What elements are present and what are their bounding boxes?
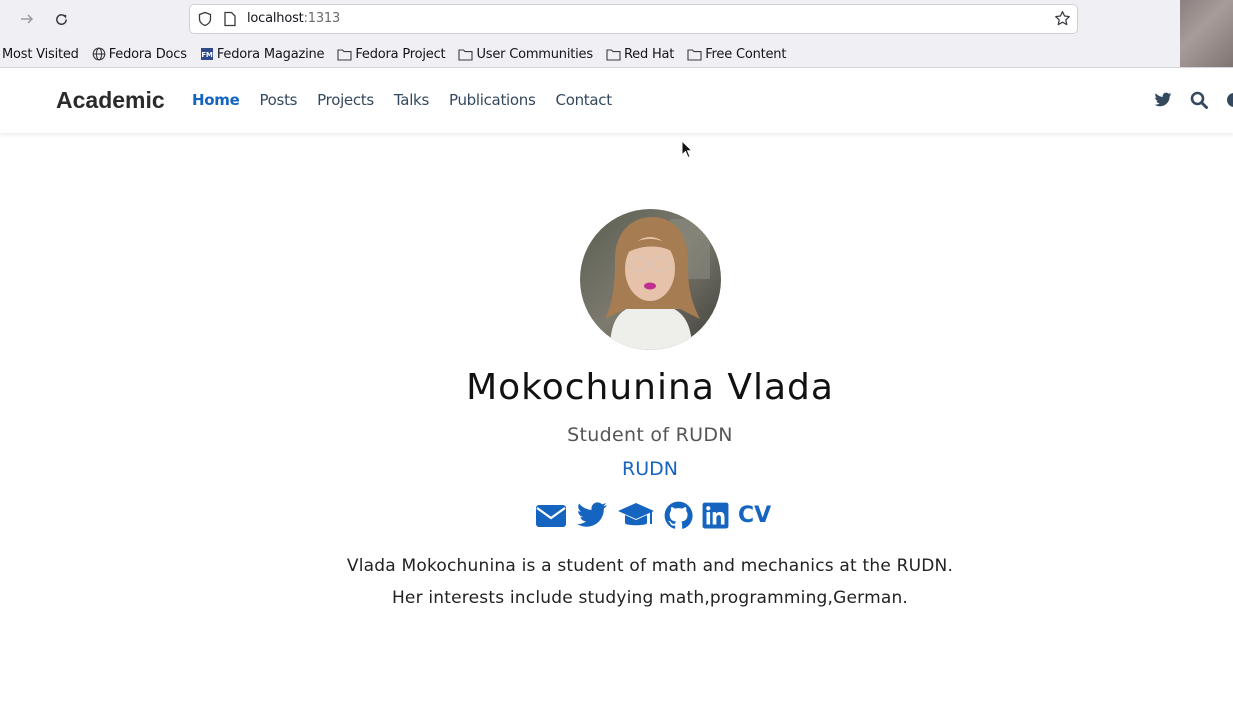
theme-toggle-icon[interactable] bbox=[1226, 92, 1233, 108]
bookmark-label: User Communities bbox=[476, 46, 593, 62]
url-port: :1313 bbox=[303, 11, 341, 26]
url-host: localhost bbox=[247, 11, 304, 26]
url-text[interactable]: localhost:1313 bbox=[247, 11, 340, 26]
bookmark-red-hat[interactable]: Red Hat bbox=[606, 47, 674, 62]
browser-toolbar: localhost:1313 bbox=[0, 0, 1233, 40]
window-thumbnail bbox=[1180, 0, 1233, 71]
twitter-icon[interactable] bbox=[1154, 92, 1172, 108]
bookmark-user-communities[interactable]: User Communities bbox=[458, 47, 593, 62]
bookmark-star-icon[interactable] bbox=[1054, 10, 1071, 32]
profile-name: Mokochunina Vlada bbox=[466, 367, 834, 408]
folder-icon bbox=[606, 48, 621, 61]
social-links: CV bbox=[535, 501, 780, 530]
bookmark-free-content[interactable]: Free Content bbox=[687, 47, 786, 62]
menu-contact[interactable]: Contact bbox=[556, 91, 613, 109]
bookmark-fedora-project[interactable]: Fedora Project bbox=[337, 46, 446, 62]
site-brand[interactable]: Academic bbox=[56, 87, 165, 114]
graduation-cap-icon[interactable] bbox=[617, 502, 655, 530]
shield-icon[interactable] bbox=[197, 11, 213, 32]
avatar bbox=[580, 209, 721, 350]
menu-talks[interactable]: Talks bbox=[394, 91, 429, 109]
main-menu: Home Posts Projects Talks Publications C… bbox=[192, 91, 632, 109]
url-bar[interactable]: localhost:1313 bbox=[189, 4, 1078, 34]
envelope-icon[interactable] bbox=[535, 503, 567, 529]
bookmark-label: Red Hat bbox=[623, 46, 675, 62]
cv-icon[interactable]: CV bbox=[738, 503, 771, 528]
profile-bio: Vlada Mokochunina is a student of math a… bbox=[0, 550, 1233, 614]
bookmark-fedora-magazine[interactable]: FM Fedora Magazine bbox=[200, 47, 325, 62]
bookmark-label: Free Content bbox=[705, 46, 787, 62]
menu-home[interactable]: Home bbox=[192, 91, 240, 109]
search-icon[interactable] bbox=[1190, 91, 1208, 109]
menu-publications[interactable]: Publications bbox=[449, 91, 536, 109]
folder-icon bbox=[458, 48, 473, 61]
folder-icon bbox=[687, 48, 702, 61]
svg-text:FM: FM bbox=[201, 51, 213, 59]
globe-icon bbox=[92, 47, 106, 61]
github-icon[interactable] bbox=[664, 501, 693, 530]
navbar-icons bbox=[1154, 91, 1233, 109]
folder-icon bbox=[337, 48, 352, 61]
menu-posts[interactable]: Posts bbox=[259, 91, 297, 109]
bookmark-most-visited[interactable]: Most Visited bbox=[2, 47, 79, 62]
profile-role: Student of RUDN bbox=[567, 424, 733, 446]
bio-line: Her interests include studying math,prog… bbox=[391, 588, 909, 608]
forward-arrow-icon[interactable] bbox=[16, 8, 38, 30]
bookmark-fedora-docs[interactable]: Fedora Docs bbox=[92, 47, 187, 62]
twitter-icon[interactable] bbox=[576, 502, 608, 529]
fm-icon: FM bbox=[200, 48, 213, 60]
mouse-cursor-icon bbox=[681, 140, 693, 159]
bookmark-label: Fedora Project bbox=[355, 46, 446, 62]
bookmark-label: Most Visited bbox=[2, 46, 79, 62]
bookmark-label: Fedora Magazine bbox=[216, 46, 325, 62]
profile-organization[interactable]: RUDN bbox=[0, 458, 1233, 480]
linkedin-icon[interactable] bbox=[702, 502, 729, 529]
site-navbar: Academic Home Posts Projects Talks Publi… bbox=[0, 68, 1233, 133]
page-icon bbox=[223, 11, 237, 32]
reload-icon[interactable] bbox=[50, 8, 72, 30]
bookmarks-bar: Most Visited Fedora Docs FM Fedora Magaz… bbox=[0, 40, 1180, 68]
bookmark-label: Fedora Docs bbox=[108, 46, 187, 62]
menu-projects[interactable]: Projects bbox=[317, 91, 374, 109]
bio-line: Vlada Mokochunina is a student of math a… bbox=[346, 556, 954, 576]
